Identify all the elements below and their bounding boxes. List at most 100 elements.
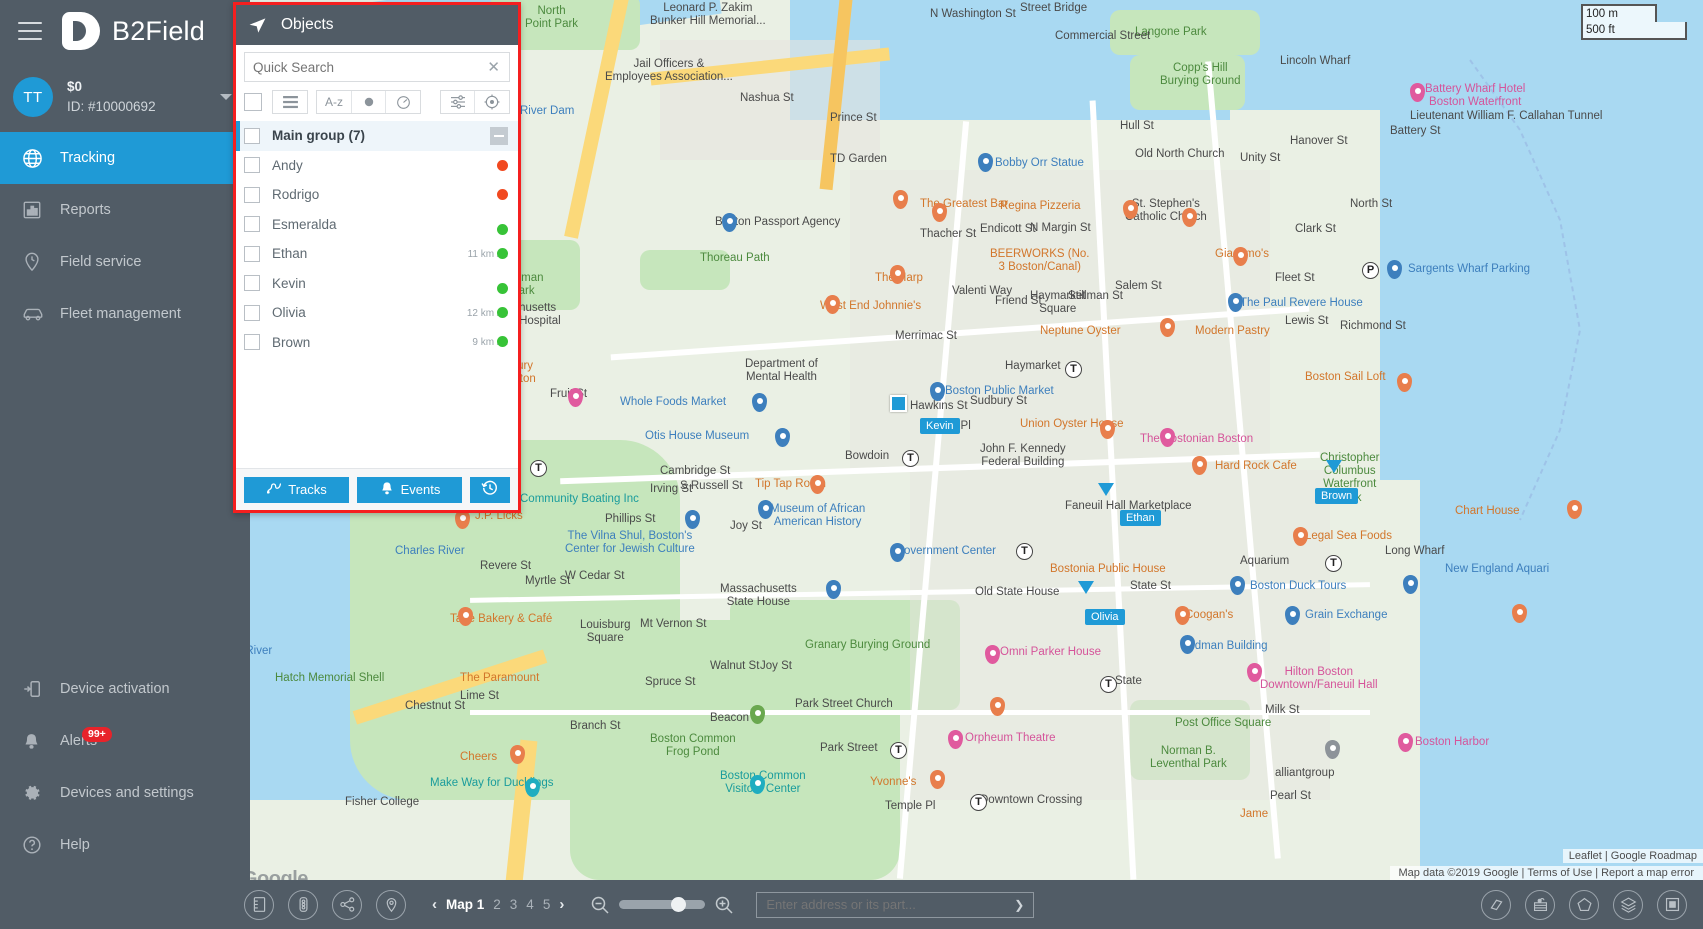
- object-checkbox-olivia[interactable]: [244, 304, 260, 321]
- object-marker-ethan[interactable]: [1098, 483, 1114, 496]
- status-dot-red: [497, 189, 508, 201]
- quick-search-row[interactable]: ✕: [244, 52, 510, 82]
- map-pin-icon[interactable]: [685, 510, 700, 529]
- chevron-down-icon[interactable]: [220, 94, 232, 100]
- transit-station-icon[interactable]: T: [1065, 361, 1082, 378]
- eraser-icon[interactable]: [1481, 889, 1511, 920]
- account-summary[interactable]: TT $0 ID: #10000692: [0, 62, 250, 132]
- address-input[interactable]: [757, 897, 1015, 912]
- dot-icon[interactable]: [352, 91, 386, 113]
- transit-station-icon[interactable]: T: [970, 794, 987, 811]
- object-checkbox-andy[interactable]: [244, 157, 260, 174]
- object-row[interactable]: Rodrigo: [236, 180, 518, 210]
- chevron-right-icon[interactable]: ❯: [1014, 898, 1033, 912]
- attribution-report[interactable]: Report a map error: [1601, 867, 1694, 879]
- pentagon-icon[interactable]: [1569, 889, 1599, 920]
- select-all-checkbox[interactable]: [244, 93, 262, 111]
- objects-panel[interactable]: Objects ✕ A-z: [233, 2, 521, 513]
- object-checkbox-rodrigo[interactable]: [244, 186, 260, 203]
- object-marker-olivia[interactable]: [1078, 581, 1094, 594]
- sidebar-item-alerts[interactable]: Alerts 99+: [0, 715, 250, 767]
- list-lines-icon[interactable]: [273, 91, 307, 113]
- map-page-2[interactable]: 2: [493, 897, 501, 912]
- map-poi-label: Copp's Hill Burying Ground: [1160, 62, 1241, 88]
- tracks-icon: [266, 481, 282, 498]
- map-attribution: Map data ©2019 Google | Terms of Use | Repor…: [1389, 866, 1703, 880]
- object-map-label-ethan[interactable]: Ethan: [1120, 510, 1161, 526]
- transit-station-icon[interactable]: T: [902, 450, 919, 467]
- sidebar-item-label: Devices and settings: [60, 785, 194, 801]
- zoom-slider[interactable]: [619, 897, 706, 912]
- sidebar-item-help[interactable]: Help: [0, 819, 250, 871]
- close-icon[interactable]: ✕: [478, 58, 509, 76]
- geofence-building-icon[interactable]: [1525, 889, 1555, 920]
- sidebar-item-reports[interactable]: Reports: [0, 184, 250, 236]
- object-map-label-olivia[interactable]: Olivia: [1085, 609, 1125, 625]
- map-poi-label: TD Garden: [830, 153, 887, 165]
- object-checkbox-kevin[interactable]: [244, 275, 260, 292]
- object-row[interactable]: Esmeralda: [236, 210, 518, 240]
- group-checkbox[interactable]: [244, 127, 260, 144]
- map-pin-icon[interactable]: [890, 543, 905, 562]
- map-page-3[interactable]: 3: [510, 897, 518, 912]
- zoom-slider-handle[interactable]: [670, 897, 686, 912]
- sidebar-item-tracking[interactable]: Tracking: [0, 132, 250, 184]
- map-pin-icon[interactable]: [568, 388, 583, 407]
- ruler-icon[interactable]: [244, 889, 274, 920]
- object-map-label-kevin[interactable]: Kevin: [920, 418, 960, 434]
- transit-station-icon[interactable]: T: [890, 742, 907, 759]
- crosshair-icon[interactable]: [475, 91, 509, 113]
- map-page-4[interactable]: 4: [526, 897, 534, 912]
- map-pin-icon[interactable]: [376, 889, 406, 920]
- chevron-left-icon[interactable]: ‹: [432, 896, 437, 913]
- transit-station-icon[interactable]: T: [1325, 555, 1342, 572]
- chevron-right-icon[interactable]: ›: [559, 896, 564, 913]
- transit-station-icon[interactable]: T: [1100, 676, 1117, 693]
- object-group-row[interactable]: Main group (7): [236, 121, 518, 151]
- object-checkbox-esmeralda[interactable]: [244, 216, 260, 233]
- object-checkbox-brown[interactable]: [244, 334, 260, 351]
- map-pin-icon[interactable]: [775, 428, 790, 447]
- gauge-icon[interactable]: [386, 91, 420, 113]
- events-button[interactable]: Events: [357, 476, 462, 503]
- object-row[interactable]: Ethan 11 km / h: [236, 239, 518, 269]
- sort-az-button[interactable]: A-z: [317, 91, 352, 113]
- map-poi-label: Battery St: [1390, 125, 1441, 137]
- sidebar-item-devices-and-settings[interactable]: Devices and settings: [0, 767, 250, 819]
- object-map-label-brown[interactable]: Brown: [1315, 488, 1359, 504]
- share-icon[interactable]: [332, 889, 362, 920]
- object-row[interactable]: Brown 9 km / h: [236, 328, 518, 358]
- object-row[interactable]: Olivia 12 km / h: [236, 298, 518, 328]
- hamburger-menu-icon[interactable]: [18, 22, 42, 40]
- zoom-out-icon[interactable]: [590, 895, 610, 915]
- search-input[interactable]: [245, 59, 479, 75]
- fullscreen-icon[interactable]: [1657, 889, 1687, 920]
- object-checkbox-ethan[interactable]: [244, 245, 260, 262]
- sidebar-item-device-activation[interactable]: Device activation: [0, 663, 250, 715]
- map-pin-icon[interactable]: [1325, 740, 1340, 759]
- transit-station-icon[interactable]: P: [1362, 262, 1379, 279]
- map-pin-icon[interactable]: [1398, 733, 1413, 752]
- attribution-terms[interactable]: Terms of Use: [1527, 867, 1592, 879]
- address-search-box[interactable]: ❯: [756, 891, 1035, 918]
- tracks-button[interactable]: Tracks: [244, 476, 349, 503]
- map-page-5[interactable]: 5: [543, 897, 551, 912]
- sidebar-item-field-service[interactable]: Field service: [0, 236, 250, 288]
- sidebar-item-fleet-management[interactable]: Fleet management: [0, 288, 250, 340]
- objects-list[interactable]: Main group (7) Andy Rodrigo Esmeralda Et…: [236, 121, 518, 468]
- sliders-icon[interactable]: [441, 91, 475, 113]
- map-pin-icon[interactable]: [1403, 575, 1418, 594]
- history-button[interactable]: [470, 476, 510, 503]
- object-marker-kevin[interactable]: [890, 395, 907, 412]
- map-page-current[interactable]: Map 1: [446, 897, 484, 912]
- transit-station-icon[interactable]: T: [530, 460, 547, 477]
- map-pin-icon[interactable]: [752, 393, 767, 412]
- object-row[interactable]: Andy: [236, 151, 518, 181]
- object-row[interactable]: Kevin: [236, 269, 518, 299]
- zoom-in-icon[interactable]: [714, 895, 734, 915]
- transit-station-icon[interactable]: T: [1016, 543, 1033, 560]
- layers-icon[interactable]: [1613, 889, 1643, 920]
- object-marker-brown[interactable]: [1326, 460, 1342, 473]
- collapse-minus-icon[interactable]: [490, 126, 508, 145]
- traffic-light-icon[interactable]: [288, 889, 318, 920]
